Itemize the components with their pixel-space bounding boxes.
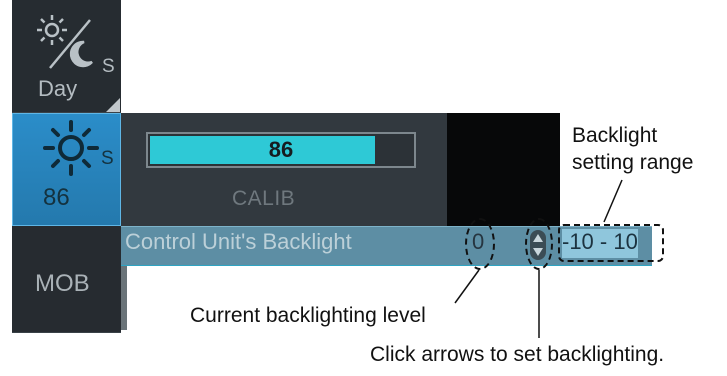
callout-leader-lines — [454, 179, 623, 338]
